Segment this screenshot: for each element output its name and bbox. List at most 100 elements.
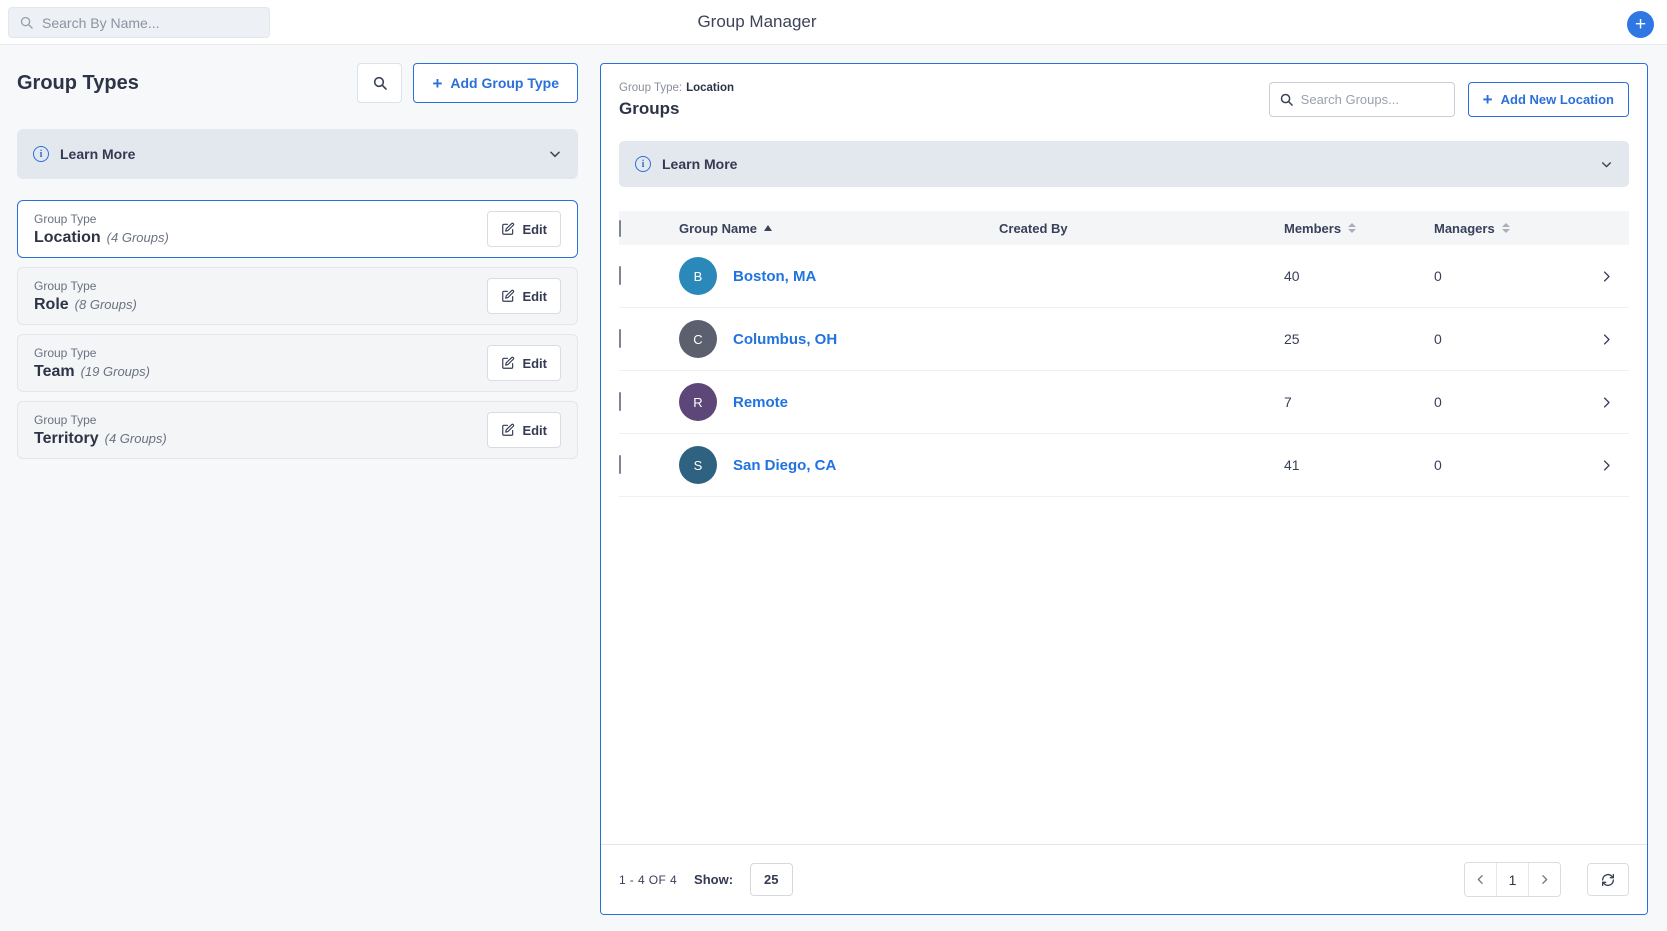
group-type-name: Role(8 Groups): [34, 296, 137, 314]
edit-icon: [501, 289, 515, 303]
row-checkbox-cell: [619, 393, 663, 411]
global-add-button[interactable]: +: [1627, 11, 1654, 38]
edit-label: Edit: [522, 222, 547, 237]
table-row[interactable]: S San Diego, CA 41 0: [619, 434, 1629, 497]
groups-title: Groups: [619, 99, 734, 119]
edit-icon: [501, 423, 515, 437]
groups-search[interactable]: [1269, 82, 1455, 117]
pagination: 1: [1464, 862, 1561, 897]
info-icon: i: [635, 156, 651, 172]
group-type-name: Location(4 Groups): [34, 229, 169, 247]
group-name-link[interactable]: Boston, MA: [733, 268, 816, 285]
avatar: B: [679, 257, 717, 295]
row-expand-button[interactable]: [1584, 332, 1629, 347]
edit-icon: [501, 356, 515, 370]
sort-icon: [1348, 223, 1356, 233]
global-search[interactable]: [8, 7, 270, 38]
plus-icon: +: [1483, 91, 1493, 108]
row-checkbox[interactable]: [619, 329, 621, 348]
group-type-count: (4 Groups): [105, 431, 167, 446]
group-type-label: Group Type: [34, 279, 137, 293]
group-type-name: Team(19 Groups): [34, 363, 150, 381]
plus-icon: +: [1635, 12, 1646, 37]
learn-more-label: Learn More: [60, 146, 537, 162]
page-title: Group Manager: [697, 12, 816, 32]
row-expand-button[interactable]: [1584, 395, 1629, 410]
group-types-learn-more[interactable]: i Learn More: [17, 129, 578, 179]
edit-group-type-button[interactable]: Edit: [487, 412, 561, 448]
groups-search-input[interactable]: [1301, 92, 1445, 107]
chevron-right-icon: [1599, 458, 1614, 473]
add-new-location-button[interactable]: + Add New Location: [1468, 82, 1629, 117]
sort-ascending-icon: [764, 225, 772, 231]
group-type-card-role[interactable]: Group Type Role(8 Groups) Edit: [17, 267, 578, 325]
group-type-card-territory[interactable]: Group Type Territory(4 Groups) Edit: [17, 401, 578, 459]
members-cell: 25: [1284, 331, 1434, 347]
groups-table-header: Group Name Created By Members Managers: [619, 211, 1629, 245]
group-type-card-text: Group Type Territory(4 Groups): [34, 413, 167, 448]
column-header-managers[interactable]: Managers: [1434, 221, 1584, 236]
next-page-button[interactable]: [1529, 863, 1560, 896]
current-page[interactable]: 1: [1496, 863, 1529, 896]
group-name-link[interactable]: Columbus, OH: [733, 331, 837, 348]
managers-cell: 0: [1434, 268, 1584, 284]
avatar: S: [679, 446, 717, 484]
column-header-members[interactable]: Members: [1284, 221, 1434, 236]
managers-cell: 0: [1434, 457, 1584, 473]
table-row[interactable]: R Remote 7 0: [619, 371, 1629, 434]
group-types-header: Group Types + Add Group Type: [17, 63, 578, 103]
chevron-left-icon: [1474, 873, 1487, 886]
edit-group-type-button[interactable]: Edit: [487, 345, 561, 381]
edit-group-type-button[interactable]: Edit: [487, 211, 561, 247]
group-name-cell: S San Diego, CA: [663, 446, 999, 484]
topbar: Group Manager +: [0, 0, 1667, 45]
column-header-group-name[interactable]: Group Name: [663, 221, 999, 236]
group-type-count: (8 Groups): [75, 297, 137, 312]
managers-cell: 0: [1434, 331, 1584, 347]
groups-header-titles: Group Type:Location Groups: [619, 82, 734, 119]
row-expand-button[interactable]: [1584, 458, 1629, 473]
groups-learn-more[interactable]: i Learn More: [619, 141, 1629, 187]
group-name-cell: B Boston, MA: [663, 257, 999, 295]
show-label: Show:: [694, 872, 733, 887]
chevron-down-icon: [1600, 158, 1613, 171]
info-icon: i: [33, 146, 49, 162]
row-checkbox[interactable]: [619, 455, 621, 474]
add-group-type-button[interactable]: + Add Group Type: [413, 63, 578, 103]
group-name-cell: C Columbus, OH: [663, 320, 999, 358]
group-types-actions: + Add Group Type: [357, 63, 578, 103]
plus-icon: +: [432, 75, 442, 92]
group-type-list: Group Type Location(4 Groups) Edit Group…: [17, 200, 578, 459]
group-types-search-button[interactable]: [357, 63, 402, 103]
group-name-link[interactable]: Remote: [733, 394, 788, 411]
group-type-card-text: Group Type Team(19 Groups): [34, 346, 150, 381]
chevron-right-icon: [1599, 395, 1614, 410]
groups-panel: Group Type:Location Groups + Add New Loc…: [600, 63, 1648, 915]
group-type-card-location[interactable]: Group Type Location(4 Groups) Edit: [17, 200, 578, 258]
group-type-card-text: Group Type Role(8 Groups): [34, 279, 137, 314]
group-type-count: (4 Groups): [107, 230, 169, 245]
edit-label: Edit: [522, 356, 547, 371]
members-cell: 40: [1284, 268, 1434, 284]
sort-icon: [1502, 223, 1510, 233]
row-expand-button[interactable]: [1584, 269, 1629, 284]
global-search-input[interactable]: [42, 15, 259, 31]
group-type-card-team[interactable]: Group Type Team(19 Groups) Edit: [17, 334, 578, 392]
table-row[interactable]: C Columbus, OH 25 0: [619, 308, 1629, 371]
row-checkbox[interactable]: [619, 266, 621, 285]
row-checkbox[interactable]: [619, 392, 621, 411]
select-all-checkbox[interactable]: [619, 220, 621, 237]
managers-cell: 0: [1434, 394, 1584, 410]
chevron-down-icon: [548, 147, 562, 161]
add-group-type-label: Add Group Type: [450, 75, 559, 91]
row-checkbox-cell: [619, 330, 663, 348]
page-size-select[interactable]: 25: [750, 863, 792, 896]
previous-page-button[interactable]: [1465, 863, 1496, 896]
edit-group-type-button[interactable]: Edit: [487, 278, 561, 314]
group-type-breadcrumb-value: Location: [686, 82, 734, 94]
group-name-link[interactable]: San Diego, CA: [733, 457, 836, 474]
column-header-created-by: Created By: [999, 221, 1284, 236]
refresh-button[interactable]: [1587, 863, 1629, 896]
table-row[interactable]: B Boston, MA 40 0: [619, 245, 1629, 308]
group-type-breadcrumb: Group Type:Location: [619, 82, 734, 94]
